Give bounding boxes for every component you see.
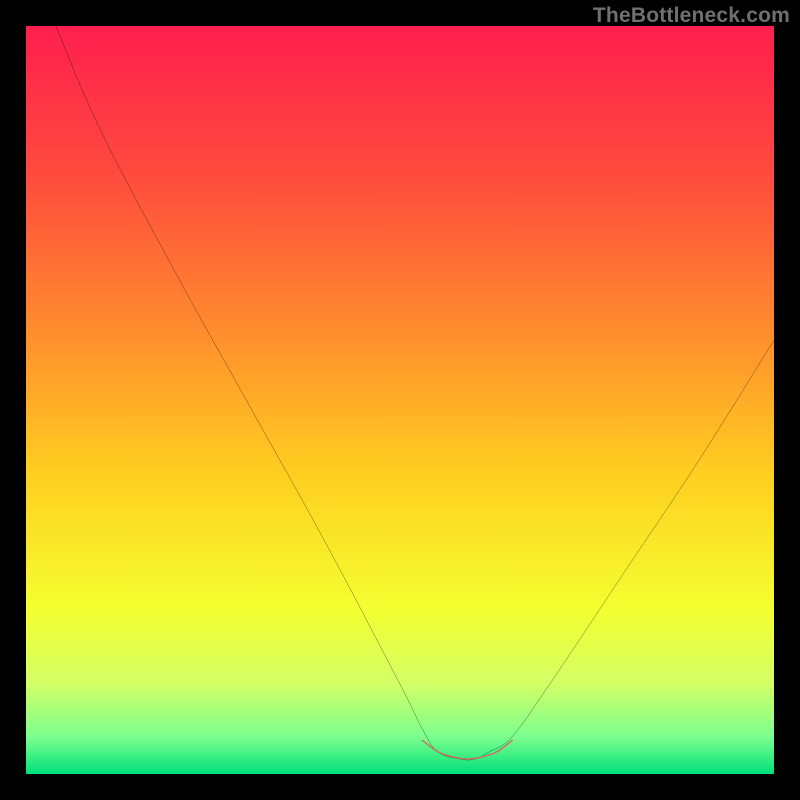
chart-svg [26, 26, 774, 774]
watermark-text: TheBottleneck.com [593, 4, 790, 28]
bottleneck-curve [56, 26, 774, 760]
plot-area [26, 26, 774, 774]
optimal-range-marker [422, 740, 512, 759]
chart-frame: TheBottleneck.com [0, 0, 800, 800]
